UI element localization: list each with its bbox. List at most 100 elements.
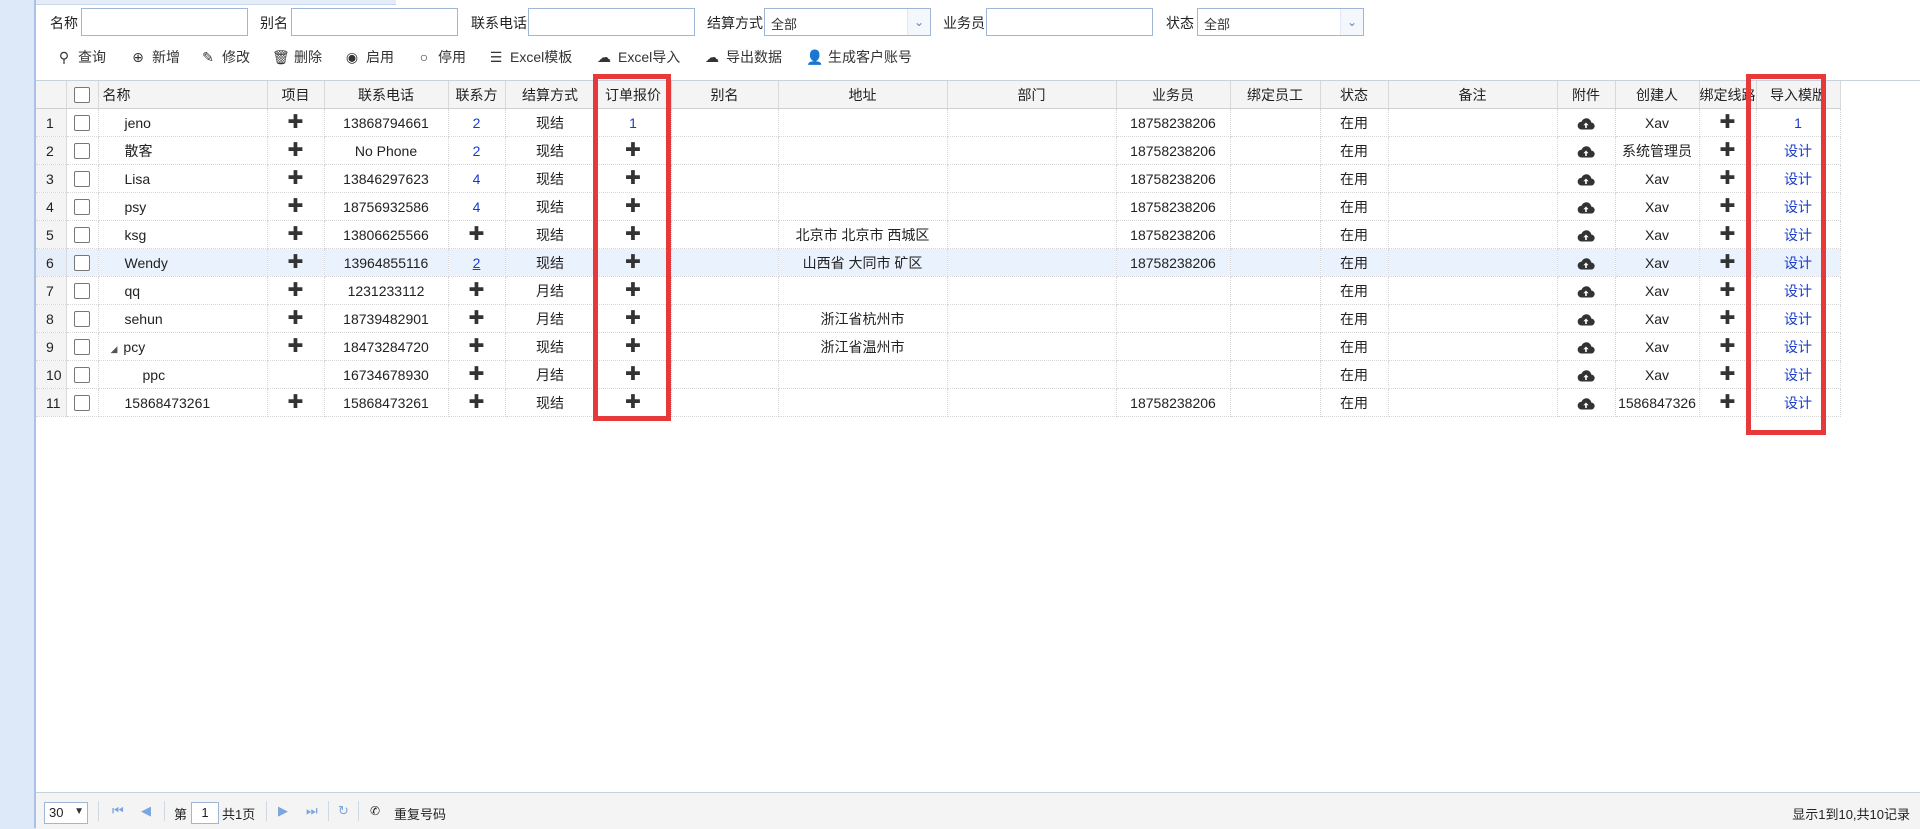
attachment-cell[interactable] [1557,304,1616,333]
row-checkbox[interactable] [74,311,90,328]
table-row[interactable]: 11 15868473261 ✚ 15868473261 ✚ 现结 ✚ 18758238206… [36,388,1841,417]
import-template-link[interactable]: 设计 [1784,171,1812,187]
project-cell[interactable]: ✚ [267,136,325,165]
row-select[interactable] [66,276,99,305]
row-checkbox[interactable] [74,395,90,412]
attachment-cell[interactable] [1557,220,1616,249]
row-select[interactable] [66,360,99,389]
contacts-cell[interactable]: ✚ [448,388,506,417]
enable-radio[interactable]: ◉ 启用 [344,46,394,68]
plus-icon[interactable]: ✚ [1720,224,1736,245]
contacts-link[interactable]: 2 [473,115,481,131]
header-contacts[interactable]: 联系方 [448,81,506,109]
contacts-link[interactable]: 2 [473,143,481,159]
import-template-link[interactable]: 设计 [1784,283,1812,299]
plus-icon[interactable]: ✚ [288,336,304,357]
bound-route-cell[interactable]: ✚ [1699,248,1757,277]
plus-icon[interactable]: ✚ [625,392,641,413]
page-size-select[interactable]: 30 ▼ [44,802,88,824]
first-page-icon[interactable]: ⏮ [112,803,124,819]
plus-icon[interactable]: ✚ [288,280,304,301]
plus-icon[interactable]: ✚ [288,196,304,217]
order-quote-link[interactable]: 1 [629,115,637,131]
bound-route-cell[interactable]: ✚ [1699,360,1757,389]
bound-route-cell[interactable]: ✚ [1699,192,1757,221]
plus-icon[interactable]: ✚ [1720,336,1736,357]
attachment-cell[interactable] [1557,108,1616,137]
row-checkbox[interactable] [74,283,90,300]
attachment-cell[interactable] [1557,136,1616,165]
contacts-cell[interactable]: 2 [448,136,506,165]
plus-icon[interactable]: ✚ [288,112,304,133]
cloud-upload-icon[interactable] [1577,313,1595,326]
excel-import-button[interactable]: ☁ Excel导入 [596,46,680,68]
import-template-link[interactable]: 设计 [1784,395,1812,411]
plus-icon[interactable]: ✚ [469,364,485,385]
salesman-filter-input[interactable] [986,8,1153,36]
row-select[interactable] [66,388,99,417]
project-cell[interactable]: ✚ [267,304,325,333]
plus-icon[interactable]: ✚ [288,140,304,161]
attachment-cell[interactable] [1557,276,1616,305]
row-select[interactable] [66,304,99,333]
plus-icon[interactable]: ✚ [1720,392,1736,413]
plus-icon[interactable]: ✚ [625,336,641,357]
header-salesman[interactable]: 业务员 [1116,81,1231,109]
cloud-upload-icon[interactable] [1577,117,1595,130]
bound-route-cell[interactable]: ✚ [1699,332,1757,361]
tree-expand-icon[interactable]: ◢ [111,344,118,354]
plus-icon[interactable]: ✚ [469,336,485,357]
import-template-link[interactable]: 设计 [1784,143,1812,159]
phone-filter-input[interactable] [528,8,695,36]
header-creator[interactable]: 创建人 [1615,81,1700,109]
row-select[interactable] [66,332,99,361]
import-template-cell[interactable]: 设计 [1756,360,1841,389]
duplicate-number-button[interactable]: 重复号码 [394,804,446,823]
last-page-icon[interactable]: ⏭ [306,803,318,819]
add-button[interactable]: ⊕ 新增 [130,46,180,68]
row-select[interactable] [66,108,99,137]
contacts-link[interactable]: 4 [473,171,481,187]
row-checkbox[interactable] [74,143,90,160]
import-template-cell[interactable]: 设计 [1756,332,1841,361]
bound-route-cell[interactable]: ✚ [1699,220,1757,249]
contacts-cell[interactable]: ✚ [448,220,506,249]
attachment-cell[interactable] [1557,388,1616,417]
row-select[interactable] [66,248,99,277]
import-template-cell[interactable]: 设计 [1756,388,1841,417]
plus-icon[interactable]: ✚ [625,252,641,273]
plus-icon[interactable]: ✚ [288,168,304,189]
row-select[interactable] [66,192,99,221]
row-checkbox[interactable] [74,255,90,272]
import-template-cell[interactable]: 设计 [1756,192,1841,221]
cloud-upload-icon[interactable] [1577,173,1595,186]
plus-icon[interactable]: ✚ [625,364,641,385]
import-template-link[interactable]: 设计 [1784,367,1812,383]
header-name[interactable]: 名称 [98,81,268,109]
row-checkbox[interactable] [74,339,90,356]
import-template-link[interactable]: 设计 [1784,339,1812,355]
plus-icon[interactable]: ✚ [288,252,304,273]
cloud-upload-icon[interactable] [1577,229,1595,242]
plus-icon[interactable]: ✚ [1720,280,1736,301]
plus-icon[interactable]: ✚ [1720,196,1736,217]
header-status[interactable]: 状态 [1320,81,1389,109]
row-checkbox[interactable] [74,367,90,384]
cloud-upload-icon[interactable] [1577,369,1595,382]
contacts-cell[interactable]: 2 [448,248,506,277]
plus-icon[interactable]: ✚ [625,196,641,217]
import-template-cell[interactable]: 设计 [1756,248,1841,277]
table-row[interactable]: 4 psy ✚ 18756932586 4 现结 ✚ 18758238206 在用 Xav ✚ 设计 [36,192,1841,221]
next-page-icon[interactable]: ▶ [278,803,288,819]
header-import-template[interactable]: 导入模版 [1756,81,1841,109]
import-template-cell[interactable]: 设计 [1756,164,1841,193]
plus-icon[interactable]: ✚ [288,392,304,413]
table-row[interactable]: 3 Lisa ✚ 13846297623 4 现结 ✚ 18758238206 在用 Xav ✚ 设计 [36,164,1841,193]
cloud-upload-icon[interactable] [1577,201,1595,214]
table-row[interactable]: 1 jeno ✚ 13868794661 2 现结 1 18758238206 在用 Xav ✚ 1 [36,108,1841,137]
plus-icon[interactable]: ✚ [1720,168,1736,189]
project-cell[interactable]: ✚ [267,192,325,221]
project-cell[interactable]: ✚ [267,164,325,193]
alias-filter-input[interactable] [291,8,458,36]
plus-icon[interactable]: ✚ [625,168,641,189]
